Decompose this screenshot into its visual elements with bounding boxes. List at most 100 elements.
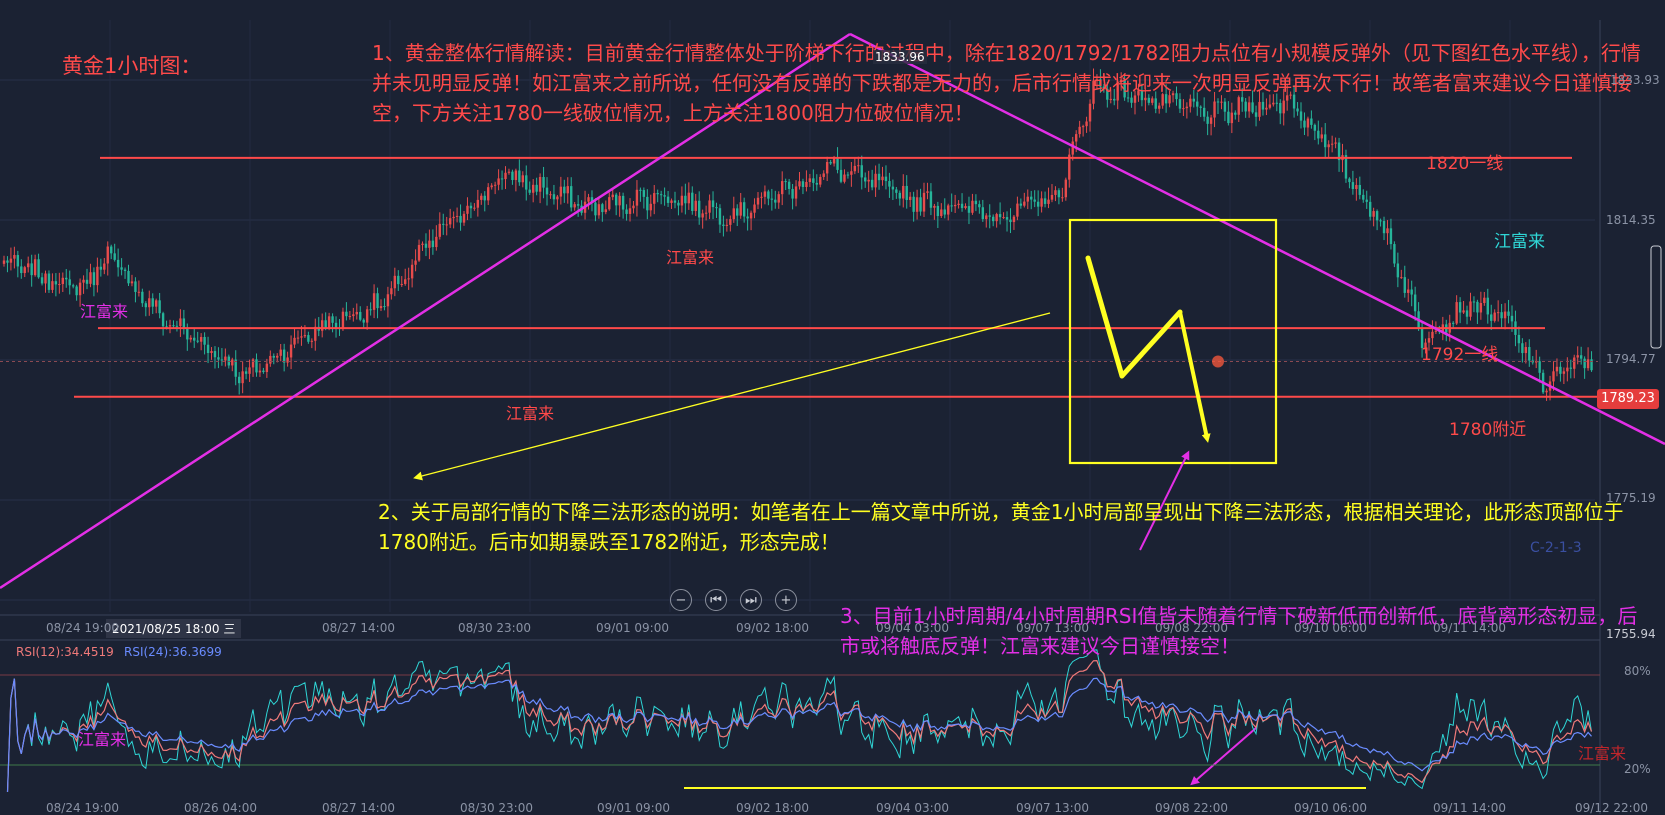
candle-body-173 xyxy=(601,204,604,213)
candle-body-157 xyxy=(545,187,549,195)
candle-body-158 xyxy=(549,194,552,196)
scroll-handle xyxy=(1650,245,1662,349)
candle-body-252 xyxy=(874,173,877,188)
candle-body-76 xyxy=(265,363,269,373)
candle-body-267 xyxy=(926,191,929,193)
candle-body-140 xyxy=(487,187,490,201)
candle-body-432 xyxy=(1496,312,1500,314)
candle-body-278 xyxy=(964,206,967,209)
candle-body-243 xyxy=(843,174,846,182)
candle-body-201 xyxy=(697,200,701,218)
candle-body-176 xyxy=(611,194,614,198)
candle-body-247 xyxy=(857,165,860,167)
candle-body-384 xyxy=(1330,143,1334,145)
watermark-3: 江富来 xyxy=(506,404,555,423)
candle-body-427 xyxy=(1479,302,1483,313)
candle-body-33 xyxy=(116,259,120,268)
rsi-level-80: 80% xyxy=(1624,664,1651,678)
candle-body-306 xyxy=(1061,197,1064,199)
candle-body-283 xyxy=(981,207,985,220)
candle-body-307 xyxy=(1064,179,1068,198)
candle-body-128 xyxy=(445,224,448,226)
candle-body-80 xyxy=(279,349,282,356)
candle-body-258 xyxy=(895,189,898,193)
candle-body-297 xyxy=(1030,196,1033,200)
candle-body-134 xyxy=(466,205,469,214)
candle-body-305 xyxy=(1057,190,1061,198)
candle-body-286 xyxy=(991,216,995,222)
candle-body-146 xyxy=(507,171,511,173)
drop-arrow xyxy=(1178,311,1211,443)
candle-body-115 xyxy=(400,283,403,285)
candle-body-299 xyxy=(1036,201,1040,207)
rsi24-line xyxy=(6,677,1592,793)
high-price-label: 1833.96 xyxy=(873,50,927,64)
candle-body-435 xyxy=(1507,311,1510,316)
candle-body-275 xyxy=(953,204,957,207)
candle-body-8 xyxy=(30,263,33,276)
candle-body-59 xyxy=(206,344,210,354)
candle-body-225 xyxy=(781,181,784,195)
candle-body-190 xyxy=(659,194,663,196)
candle-body-124 xyxy=(431,240,435,248)
candle-body-429 xyxy=(1486,297,1489,315)
candle-body-22 xyxy=(78,282,82,296)
candle-body-419 xyxy=(1451,322,1455,324)
candle-body-66 xyxy=(231,359,234,366)
candle-body-15 xyxy=(54,281,58,285)
candle-body-123 xyxy=(428,240,431,248)
candle-body-254 xyxy=(881,176,884,181)
candle-body-57 xyxy=(199,336,203,342)
candle-body-405 xyxy=(1403,277,1406,293)
candle-body-96 xyxy=(334,322,338,328)
candle-body-398 xyxy=(1379,220,1382,222)
zoom-out-button[interactable]: − xyxy=(670,589,692,611)
candle-body-231 xyxy=(801,181,805,187)
candle-body-142 xyxy=(493,184,497,186)
next-button[interactable]: ⏭ xyxy=(740,589,762,611)
candle-body-184 xyxy=(639,189,642,191)
candle-body-304 xyxy=(1054,190,1057,195)
candle-body-288 xyxy=(998,214,1002,218)
candle-body-296 xyxy=(1026,196,1029,202)
candle-body-69 xyxy=(241,371,244,384)
rsi-time-5: 09/01 09:00 xyxy=(597,801,670,815)
candle-body-145 xyxy=(504,172,507,180)
prev-button[interactable]: ⏮ xyxy=(705,589,727,611)
rsi12-legend: RSI(12):34.4519 xyxy=(16,645,114,659)
rsi-time-2: 08/26 04:00 xyxy=(184,801,257,815)
candle-body-86 xyxy=(300,336,303,338)
candle-body-48 xyxy=(168,325,172,327)
candle-body-141 xyxy=(490,185,493,188)
candle-body-262 xyxy=(908,196,912,201)
candle-body-279 xyxy=(967,206,971,213)
candle-body-455 xyxy=(1576,355,1579,358)
candle-body-165 xyxy=(573,204,576,208)
candle-body-242 xyxy=(839,169,843,182)
candle-body-135 xyxy=(469,205,473,209)
candle-body-56 xyxy=(196,340,199,342)
candle-body-300 xyxy=(1040,198,1043,207)
candle-body-181 xyxy=(628,208,632,214)
candle-body-438 xyxy=(1517,334,1521,344)
candle-body-401 xyxy=(1389,228,1393,245)
zoom-in-button[interactable]: + xyxy=(775,589,797,611)
candle-body-208 xyxy=(722,224,725,226)
rsi-time-9: 09/08 22:00 xyxy=(1155,801,1228,815)
rsi-time-7: 09/04 03:00 xyxy=(876,801,949,815)
time-label-1: 08/24 19:00 xyxy=(46,621,119,635)
candle-body-226 xyxy=(784,181,787,183)
candle-body-276 xyxy=(957,203,960,205)
candle-body-114 xyxy=(397,275,400,285)
rsi24-legend: RSI(24):36.3699 xyxy=(124,645,222,659)
candle-body-403 xyxy=(1396,263,1400,278)
candle-body-38 xyxy=(134,281,137,292)
candle-body-46 xyxy=(161,313,165,327)
candle-body-218 xyxy=(756,197,760,205)
candle-body-309 xyxy=(1071,141,1074,155)
candle-body-205 xyxy=(711,200,715,208)
price-label-2: 1814.35 xyxy=(1606,213,1656,227)
candle-body-203 xyxy=(704,212,708,214)
candle-body-126 xyxy=(438,223,441,237)
candle-body-27 xyxy=(96,266,99,286)
